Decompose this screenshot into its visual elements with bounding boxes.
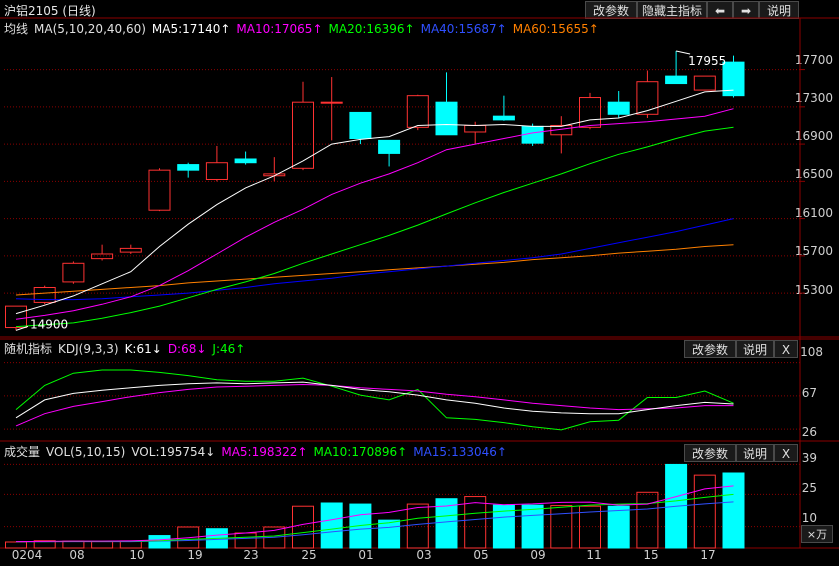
- chart-canvas[interactable]: 17955 14900: [0, 0, 839, 566]
- ma20-line: [15, 126, 734, 328]
- volume-bar: [5, 541, 27, 549]
- candle-body: [349, 111, 372, 140]
- grid-lines: [0, 17, 839, 549]
- ma40-line: [15, 218, 734, 301]
- volume-bar: [62, 540, 85, 549]
- volume-bar: [521, 504, 544, 549]
- volume-series: [5, 463, 745, 549]
- candle-body: [579, 97, 601, 128]
- candle-body: [148, 169, 171, 211]
- candle-body: [464, 124, 487, 133]
- volume-bar: [91, 541, 114, 549]
- kdj-k-line: [15, 381, 734, 419]
- candle-body: [406, 95, 429, 128]
- volume-bar: [636, 491, 659, 549]
- candle-body: [435, 101, 458, 136]
- volume-bar: [406, 503, 429, 549]
- candle-body: [119, 247, 142, 253]
- candle-body: [292, 101, 314, 169]
- volume-bar: [464, 496, 487, 549]
- candle-body: [33, 287, 56, 303]
- low-price-label: 14900: [30, 317, 68, 331]
- candle-body: [636, 81, 659, 115]
- kdj-j-line: [15, 369, 734, 431]
- volume-bar: [607, 505, 630, 549]
- high-price-label: 17955: [688, 54, 726, 68]
- candle-body: [378, 139, 401, 154]
- volume-bar: [292, 505, 314, 549]
- candle-body: [320, 101, 343, 104]
- candle-body: [5, 305, 27, 329]
- kdj-lines: [15, 369, 734, 431]
- volume-bar: [234, 532, 257, 549]
- candle-body: [177, 164, 200, 171]
- candle-body: [492, 115, 515, 121]
- ma-lines: [15, 50, 734, 331]
- candle-body: [607, 101, 630, 115]
- volume-bar: [693, 474, 716, 549]
- volume-bar: [148, 535, 171, 549]
- volume-bar: [378, 519, 401, 549]
- candle-body: [62, 262, 85, 283]
- volume-bar: [320, 502, 343, 549]
- candle-body: [693, 75, 716, 91]
- candle-body: [234, 158, 257, 164]
- volume-bar: [722, 472, 745, 549]
- candle-body: [665, 75, 688, 85]
- candle-body: [205, 162, 228, 180]
